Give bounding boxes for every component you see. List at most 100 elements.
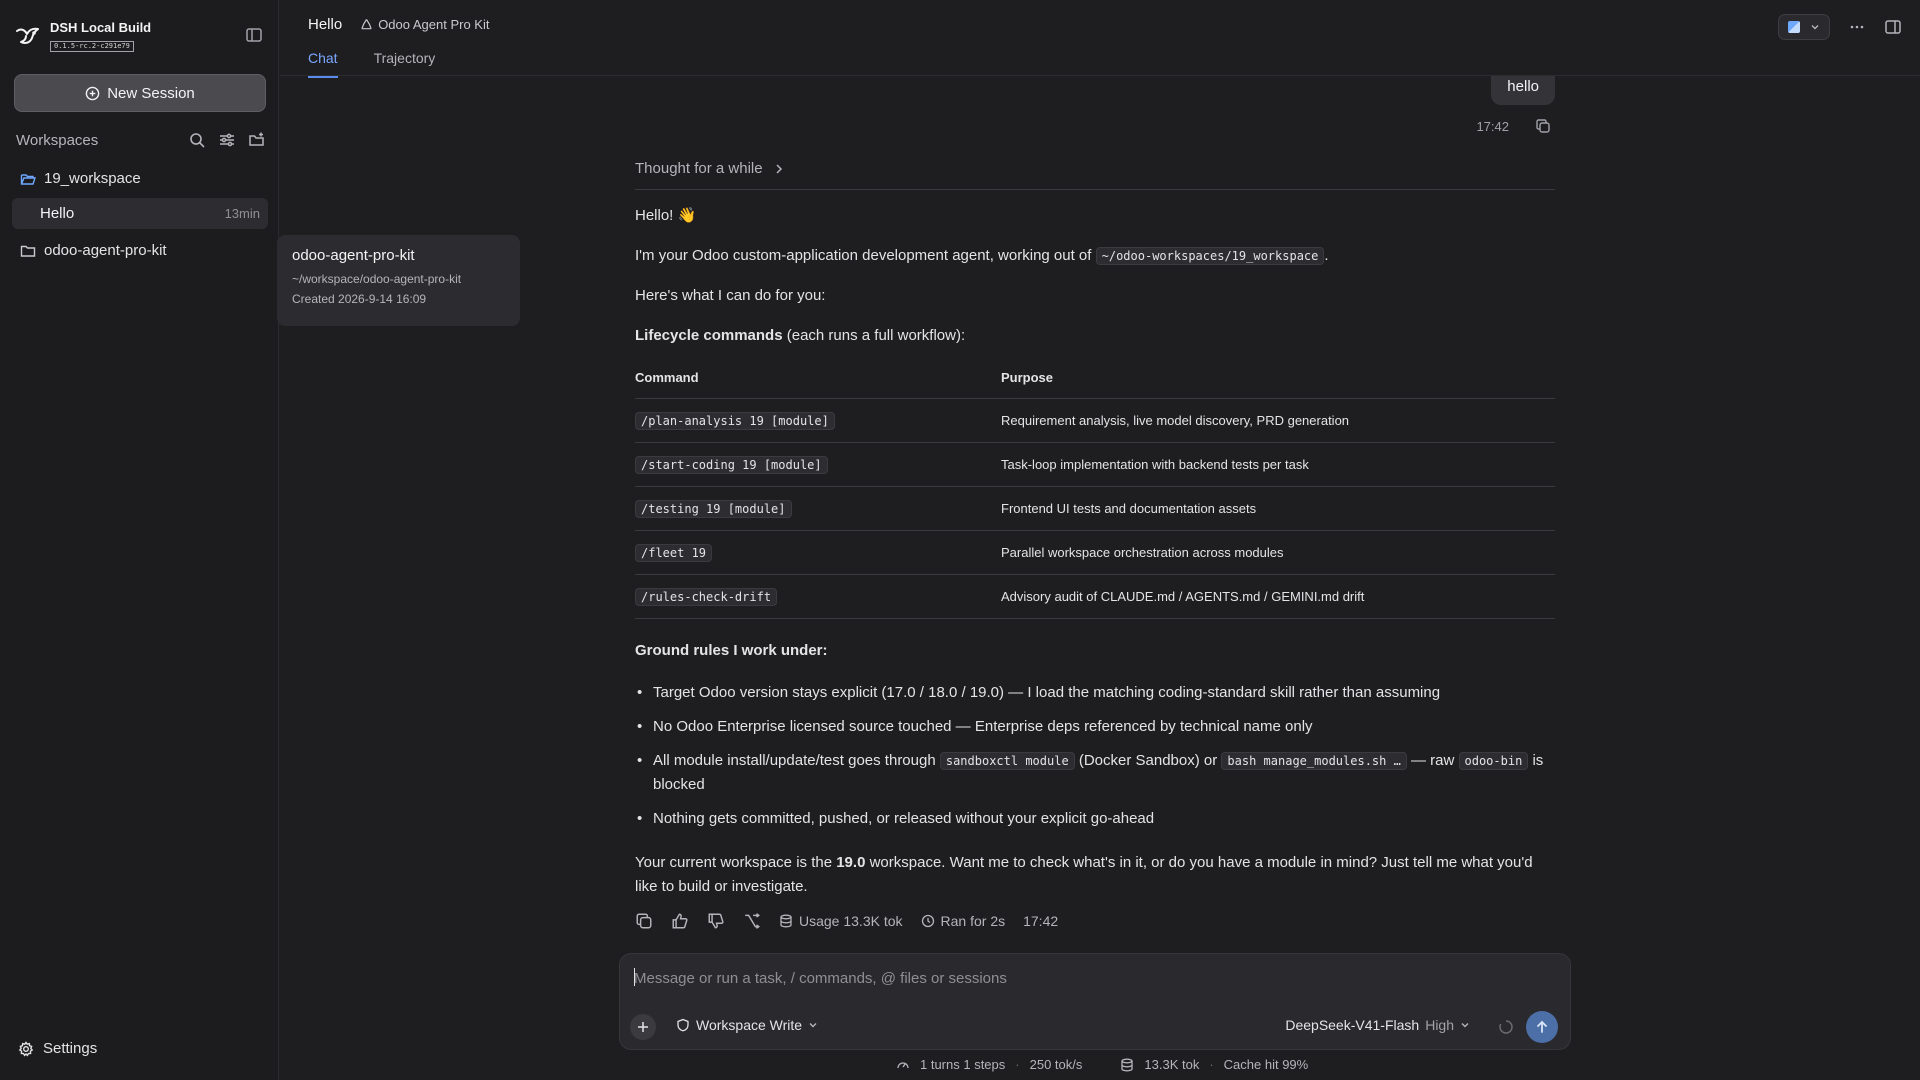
tab-trajectory[interactable]: Trajectory	[374, 50, 436, 78]
usage-label: Usage 13.3K tok	[799, 913, 903, 929]
bird-logo-icon	[14, 22, 42, 50]
table-row: /testing 19 [module] Frontend UI tests a…	[635, 486, 1555, 531]
rule-text: (Docker Sandbox) or	[1074, 752, 1222, 769]
page-title: Hello	[308, 16, 343, 33]
user-message-time: 17:42	[1476, 118, 1509, 134]
greeting: Hello! 👋	[635, 207, 697, 224]
closing-version: 19.0	[836, 854, 866, 871]
new-folder-icon[interactable]	[248, 131, 266, 149]
manage-modules-code: bash manage_modules.sh …	[1221, 752, 1407, 770]
workspace-item-19-workspace[interactable]: 19_workspace	[20, 170, 141, 187]
odoo-bin-code: odoo-bin	[1458, 752, 1529, 770]
usage-stat: Usage 13.3K tok	[779, 913, 903, 929]
separator: ·	[1209, 1057, 1214, 1072]
arrow-up-icon	[1535, 1020, 1549, 1034]
filter-sliders-icon[interactable]	[218, 131, 236, 149]
runtime-stat: Ran for 2s	[921, 913, 1006, 929]
model-select[interactable]: DeepSeek-V41-Flash High	[1285, 1017, 1470, 1033]
tooltip-path: ~/workspace/odoo-agent-pro-kit	[292, 272, 462, 286]
branch-icon[interactable]	[743, 912, 761, 930]
rules-heading: Ground rules I work under:	[635, 642, 828, 659]
settings-label: Settings	[43, 1040, 98, 1057]
workspace-label: 19_workspace	[44, 170, 141, 187]
table-row: /plan-analysis 19 [module] Requirement a…	[635, 398, 1555, 443]
thought-label: Thought for a while	[635, 160, 763, 177]
command-purpose: Parallel workspace orchestration across …	[1001, 530, 1555, 575]
command-code: /rules-check-drift	[635, 587, 778, 606]
command-code: /plan-analysis 19 [module]	[635, 411, 835, 430]
provider-switcher[interactable]	[1778, 14, 1830, 40]
list-item: Nothing gets committed, pushed, or relea…	[635, 807, 1555, 831]
table-header-row: Command Purpose	[635, 362, 1555, 399]
table-header-command: Command	[635, 362, 1001, 399]
session-item-hello[interactable]: Hello 13min	[12, 198, 268, 229]
folder-open-icon	[20, 171, 36, 187]
chevron-down-icon	[1460, 1020, 1470, 1030]
workspace-label: odoo-agent-pro-kit	[44, 242, 167, 259]
thumbs-up-icon[interactable]	[671, 912, 689, 930]
send-button[interactable]	[1526, 1011, 1558, 1043]
plus-circle-icon	[85, 86, 100, 101]
sidebar-toggle-icon[interactable]	[245, 26, 263, 44]
workspaces-title: Workspaces	[16, 131, 99, 149]
commands-table: Command Purpose /plan-analysis 19 [modul…	[635, 362, 1555, 619]
workspace-item-odoo-agent-pro-kit[interactable]: odoo-agent-pro-kit	[20, 242, 167, 259]
status-footer: 1 turns 1 steps · 250 tok/s 13.3K tok · …	[896, 1057, 1308, 1072]
message-input[interactable]	[634, 966, 1534, 990]
rules-list: Target Odoo version stays explicit (17.0…	[635, 681, 1555, 831]
command-purpose: Requirement analysis, live model discove…	[1001, 398, 1555, 443]
table-header-purpose: Purpose	[1001, 362, 1555, 399]
gear-icon	[18, 1040, 34, 1057]
command-code: /start-coding 19 [module]	[635, 455, 828, 474]
thought-toggle[interactable]: Thought for a while	[635, 160, 1555, 190]
user-message: hello	[1491, 76, 1555, 105]
database-icon	[779, 914, 793, 928]
intro-end: .	[1324, 247, 1329, 264]
plus-icon	[637, 1021, 649, 1033]
user-message-meta: 17:42	[1476, 118, 1551, 134]
permission-mode-select[interactable]: Workspace Write	[676, 1017, 818, 1033]
tab-chat[interactable]: Chat	[308, 50, 338, 78]
list-item: Target Odoo version stays explicit (17.0…	[635, 681, 1555, 705]
intro-text: I'm your Odoo custom-application develop…	[635, 247, 1092, 264]
attach-button[interactable]	[630, 1014, 656, 1040]
breadcrumb[interactable]: Odoo Agent Pro Kit	[360, 17, 489, 32]
settings-button[interactable]: Settings	[18, 1040, 97, 1057]
table-row: /start-coding 19 [module] Task-loop impl…	[635, 442, 1555, 487]
message-actions: Usage 13.3K tok Ran for 2s 17:42	[635, 912, 1058, 930]
rule-text: — raw	[1406, 752, 1459, 769]
search-icon[interactable]	[188, 131, 206, 149]
gauge-icon	[896, 1058, 910, 1072]
copy-icon[interactable]	[1535, 118, 1551, 134]
more-options-icon[interactable]	[1848, 18, 1866, 36]
turns-stat: 1 turns 1 steps	[920, 1057, 1006, 1072]
list-item: No Odoo Enterprise licensed source touch…	[635, 715, 1555, 739]
thumbs-down-icon[interactable]	[707, 912, 725, 930]
tooltip-title: odoo-agent-pro-kit	[292, 247, 415, 264]
tooltip-created: Created 2026-9-14 16:09	[292, 292, 427, 306]
list-item: All module install/update/test goes thro…	[635, 749, 1555, 797]
rule-text: All module install/update/test goes thro…	[653, 752, 940, 769]
speed-stat: 250 tok/s	[1029, 1057, 1083, 1072]
command-purpose: Advisory audit of CLAUDE.md / AGENTS.md …	[1001, 574, 1555, 619]
copy-icon[interactable]	[635, 912, 653, 930]
chevron-right-icon	[773, 163, 785, 175]
breadcrumb-label: Odoo Agent Pro Kit	[378, 17, 490, 32]
lifecycle-heading: Lifecycle commands (each runs a full wor…	[635, 326, 1555, 346]
table-row: /fleet 19 Parallel workspace orchestrati…	[635, 530, 1555, 575]
new-session-button[interactable]: New Session	[14, 74, 266, 112]
recycle-icon	[360, 18, 373, 31]
command-code: /testing 19 [module]	[635, 499, 792, 518]
runtime-label: Ran for 2s	[940, 913, 1006, 929]
command-purpose: Frontend UI tests and documentation asse…	[1001, 486, 1555, 531]
shield-icon	[676, 1018, 690, 1032]
closing-paragraph: Your current workspace is the 19.0 works…	[635, 851, 1555, 899]
brand[interactable]: DSH Local Build 0.1.5-rc.2-c291e79	[14, 20, 151, 52]
permission-mode-label: Workspace Write	[696, 1017, 803, 1033]
sandboxctl-code: sandboxctl module	[939, 752, 1075, 770]
command-code: /fleet 19	[635, 543, 713, 562]
chevron-down-icon	[1810, 22, 1820, 32]
right-panel-toggle-icon[interactable]	[1884, 18, 1902, 36]
tab-bar: Chat Trajectory	[308, 50, 435, 78]
lifecycle-bold: Lifecycle commands	[635, 327, 783, 344]
